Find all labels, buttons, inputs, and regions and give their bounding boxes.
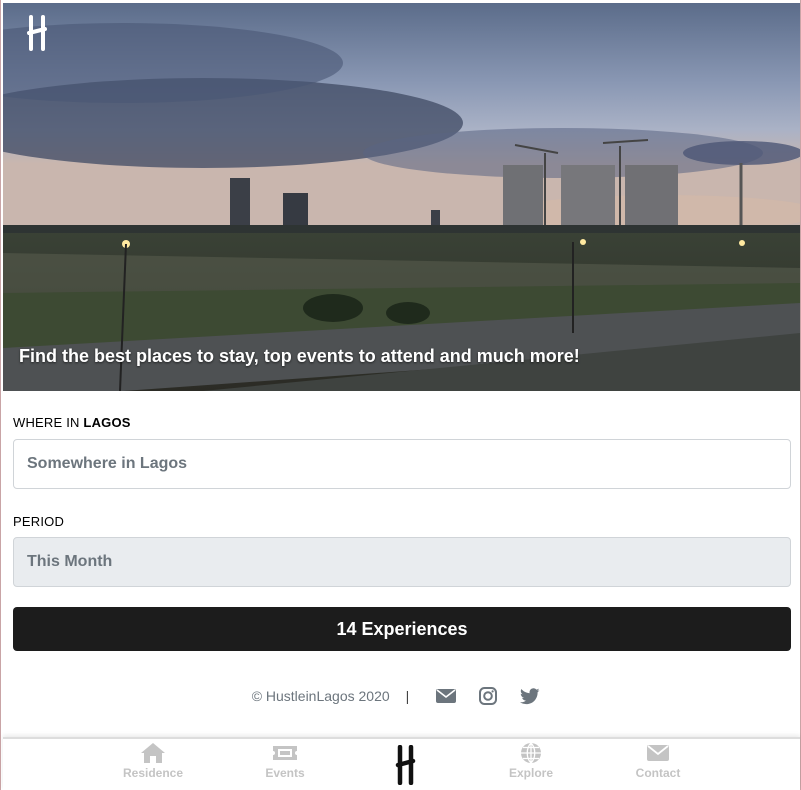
hero-tagline: Find the best places to stay, top events… <box>19 346 580 366</box>
instagram-icon[interactable] <box>477 686 499 706</box>
hustle-logo-icon[interactable] <box>395 745 417 785</box>
period-select[interactable]: This Month <box>13 537 791 587</box>
nav-label-contact: Contact <box>635 766 681 780</box>
hero-image <box>3 3 800 391</box>
nav-label-residence: Residence <box>122 766 184 780</box>
envelope-icon <box>647 745 669 761</box>
footer: © HustleinLagos 2020 | <box>1 684 801 708</box>
where-label-city: LAGOS <box>83 415 131 430</box>
nav-item-contact[interactable]: Contact <box>613 742 703 780</box>
footer-separator: | <box>405 688 410 704</box>
home-icon <box>141 743 165 763</box>
nav-item-explore[interactable]: Explore <box>486 742 576 780</box>
bottom-navigation: Residence Events Explore Contact <box>3 737 800 790</box>
ticket-icon <box>273 746 297 760</box>
nav-label-explore: Explore <box>508 766 553 780</box>
nav-label-events: Events <box>265 766 305 780</box>
period-label: PERIOD <box>13 514 65 529</box>
hustle-logo-icon[interactable] <box>25 15 51 51</box>
nav-item-events[interactable]: Events <box>240 742 330 780</box>
where-input-value: Somewhere in Lagos <box>27 455 188 472</box>
where-label: WHERE IN LAGOS <box>13 415 131 430</box>
envelope-icon[interactable] <box>435 686 457 706</box>
copyright-text: © HustleinLagos 2020 <box>251 688 390 704</box>
experiences-button[interactable]: 14 Experiences <box>13 607 791 651</box>
twitter-icon[interactable] <box>519 686 541 706</box>
hero-banner: Find the best places to stay, top events… <box>3 3 800 391</box>
globe-icon <box>521 742 541 764</box>
period-select-value: This Month <box>27 553 113 570</box>
where-label-prefix: WHERE IN <box>13 415 80 430</box>
nav-item-residence[interactable]: Residence <box>108 742 198 780</box>
where-input[interactable]: Somewhere in Lagos <box>13 439 791 489</box>
